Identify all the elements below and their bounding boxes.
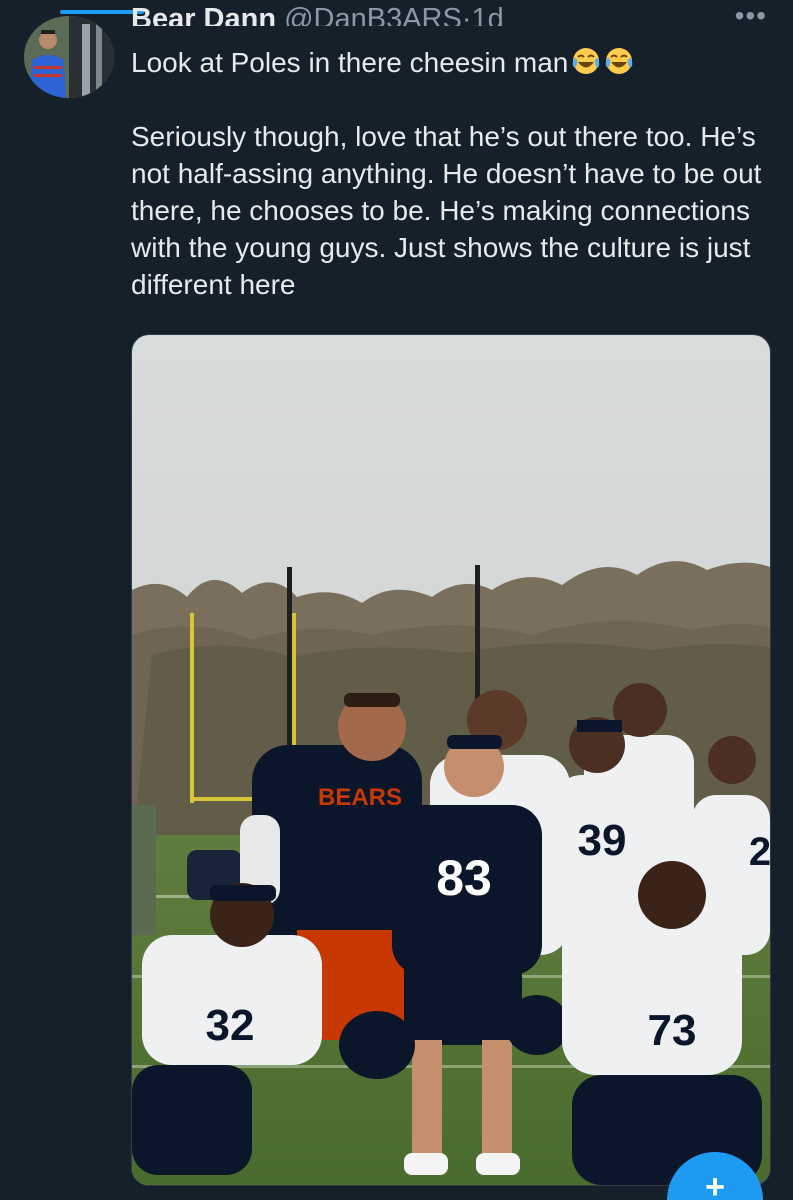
team-photo-image: 39 2 BEARS 83 32 73 — [132, 335, 770, 1185]
tweet-text: Look at Poles in there cheesin man Serio… — [131, 44, 771, 303]
tweet-timestamp[interactable]: 1d — [472, 4, 504, 26]
more-options-icon[interactable]: ••• — [735, 2, 767, 30]
jersey-number-83: 83 — [436, 850, 492, 906]
tweet-text-intro: Look at Poles in there cheesin man — [131, 47, 569, 78]
laughing-tears-emoji-icon — [573, 48, 600, 74]
jersey-number-73: 73 — [648, 1006, 697, 1055]
avatar[interactable] — [24, 16, 114, 98]
bears-hoodie-text: BEARS — [318, 784, 402, 811]
tweet-text-paragraph: Seriously though, love that he’s out the… — [131, 121, 762, 300]
jersey-number-32: 32 — [206, 1001, 255, 1050]
user-handle[interactable]: @DanB3ARS — [284, 4, 462, 26]
jersey-number-2: 2 — [749, 830, 770, 874]
display-name[interactable]: Bear Dann — [131, 4, 276, 26]
laughing-tears-emoji-icon — [606, 48, 633, 74]
jersey-number-39: 39 — [578, 816, 627, 865]
tweet-card: Bear Dann @DanB3ARS·1d ••• Look at Poles… — [0, 0, 793, 1200]
tweet-header: Bear Dann @DanB3ARS·1d — [131, 4, 504, 26]
tweet-text-line-1: Look at Poles in there cheesin man — [131, 44, 771, 81]
separator-dot: · — [461, 4, 472, 26]
tweet-photo[interactable]: 39 2 BEARS 83 32 73 — [131, 334, 771, 1186]
